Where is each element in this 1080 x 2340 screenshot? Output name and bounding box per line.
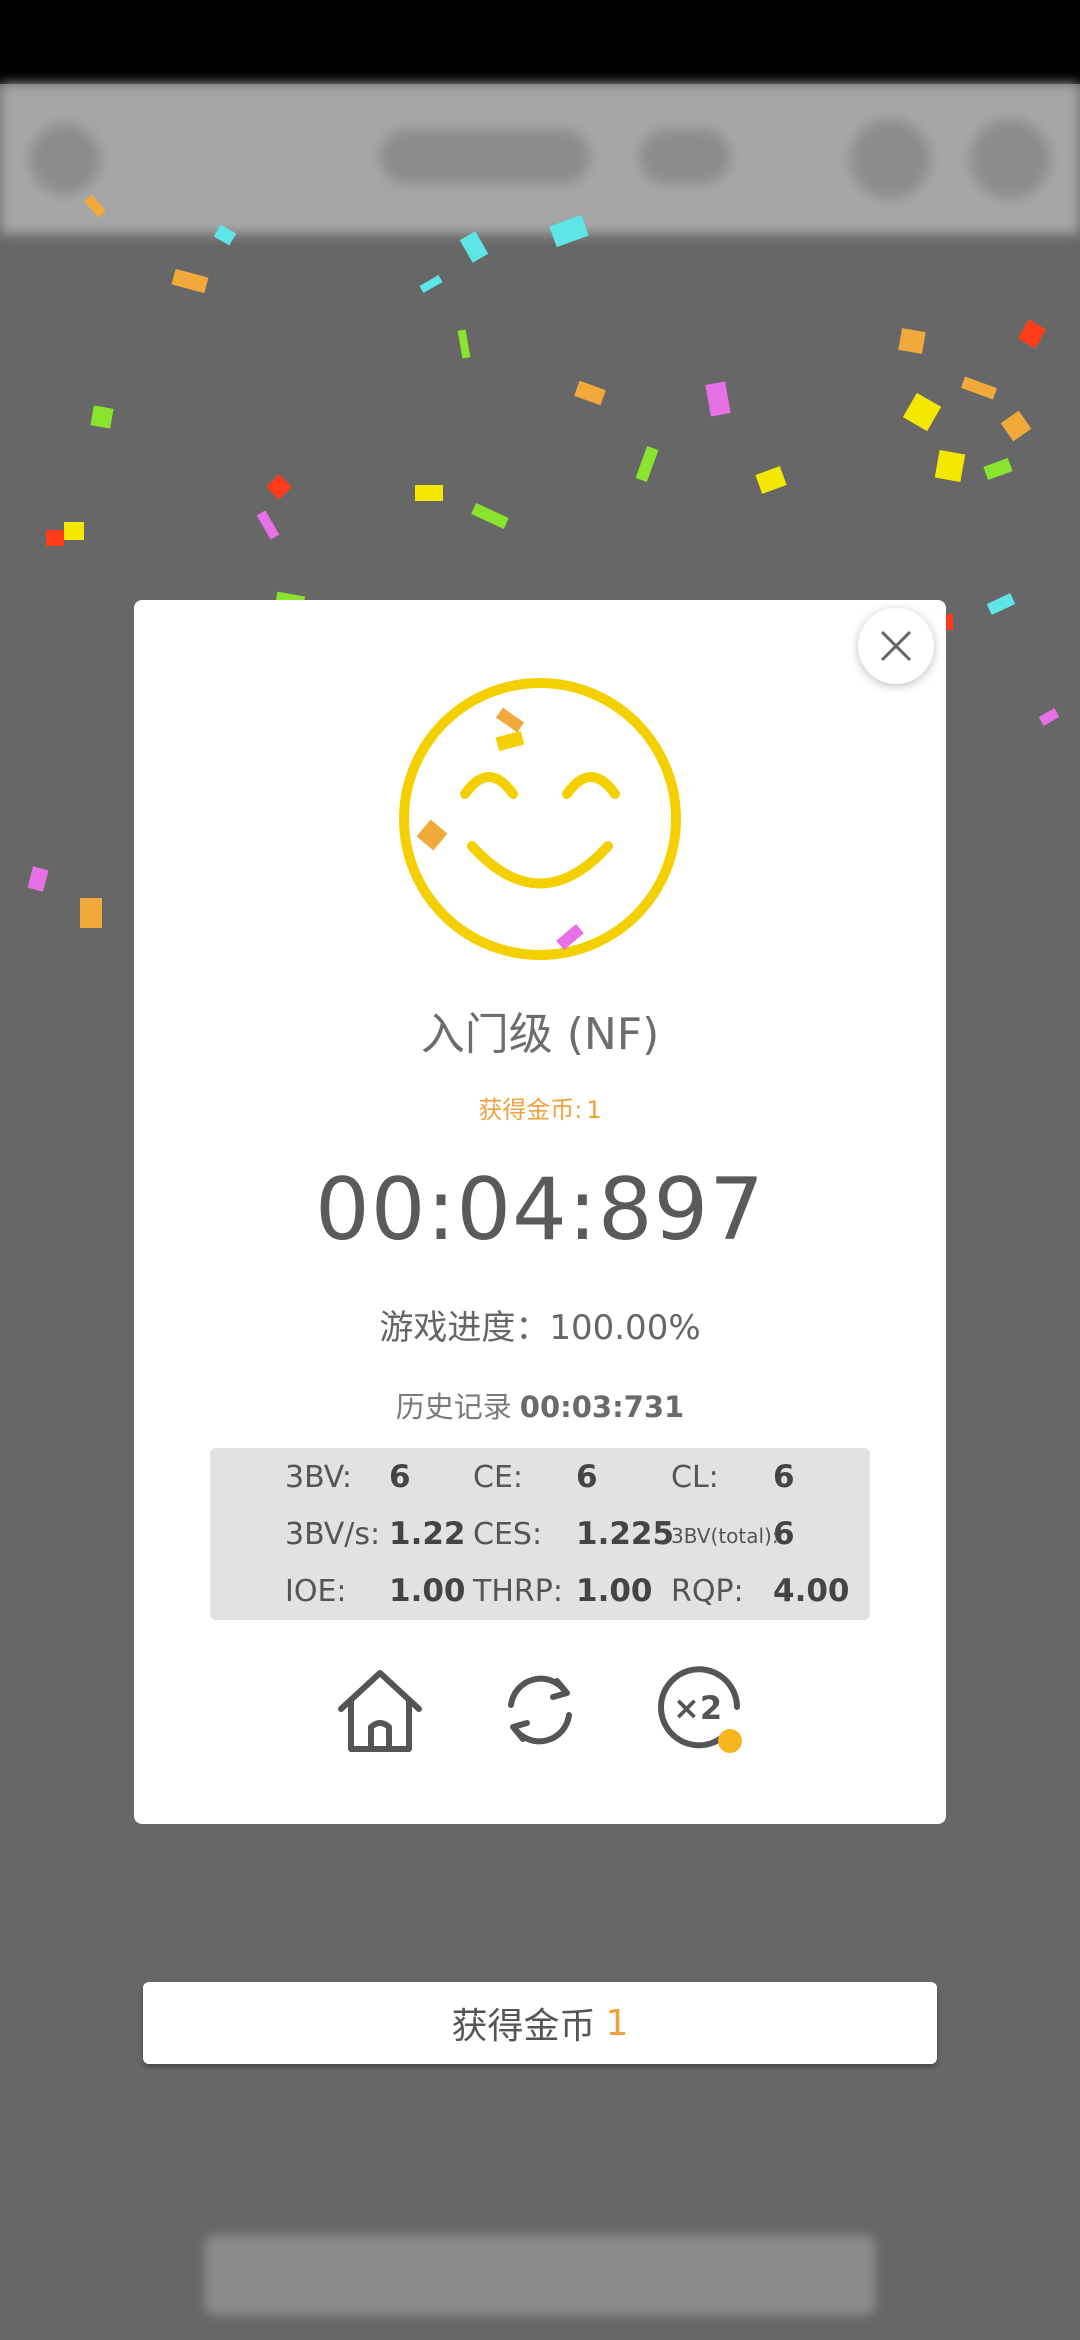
stat-label: RQP: — [671, 1574, 744, 1609]
confetti-piece — [64, 522, 84, 540]
stat-label: CL: — [671, 1460, 719, 1495]
restart-icon[interactable] — [495, 1665, 585, 1755]
double-coins-button[interactable]: ×2 — [655, 1665, 745, 1755]
confetti-piece — [960, 376, 998, 400]
stat-value: 6 — [389, 1459, 411, 1495]
top-bar-blurred — [0, 84, 1080, 234]
stat-label: 3BV(total): — [671, 1524, 779, 1548]
confetti-piece — [983, 457, 1013, 481]
stat-value: 1.22 — [389, 1516, 466, 1552]
stat-value: 1.00 — [576, 1573, 653, 1609]
close-button[interactable] — [858, 608, 934, 684]
stat-value: 6 — [773, 1516, 795, 1552]
close-icon — [880, 630, 912, 662]
stat-label: CE: — [473, 1460, 524, 1495]
game-time: 00:04:897 — [315, 1160, 765, 1260]
stat-value: 4.00 — [773, 1573, 850, 1609]
claim-coins-label: 获得金币 — [451, 2006, 596, 2047]
confetti-piece — [1017, 319, 1047, 349]
level-title: 入门级 (NF) — [420, 1009, 660, 1060]
stat-label: 3BV/s: — [285, 1517, 381, 1552]
confetti-piece — [705, 381, 731, 417]
confetti-piece — [934, 449, 966, 483]
coins-earned-value: 1 — [586, 1096, 602, 1124]
smiley-icon — [399, 678, 681, 960]
game-progress: 游戏进度：100.00% — [379, 1308, 701, 1348]
confetti-piece — [459, 231, 489, 263]
confetti-piece — [90, 405, 114, 429]
confetti-piece — [266, 474, 292, 500]
coins-earned-label: 获得金币: — [478, 1096, 583, 1124]
history-record: 历史记录 00:03:731 — [134, 1384, 946, 1426]
stat-label: CES: — [473, 1517, 543, 1552]
stat-value: 6 — [773, 1459, 795, 1495]
coins-earned: 获得金币: 1 — [134, 1090, 946, 1125]
status-bar — [0, 0, 1080, 84]
stat-value: 6 — [576, 1459, 598, 1495]
confetti-piece — [80, 898, 102, 928]
confetti-piece — [27, 866, 49, 892]
confetti-piece — [635, 445, 659, 483]
history-label: 历史记录 — [395, 1390, 512, 1424]
confetti-piece — [755, 466, 787, 494]
double-badge: ×2 — [673, 1689, 723, 1727]
confetti-piece — [419, 275, 443, 293]
confetti-piece — [415, 485, 443, 501]
confetti-piece — [898, 328, 926, 354]
confetti-piece — [1038, 708, 1060, 726]
confetti-piece — [574, 380, 606, 406]
history-value: 00:03:731 — [519, 1390, 685, 1424]
confetti-piece — [986, 593, 1016, 615]
confetti-piece — [1000, 410, 1032, 442]
confetti-piece — [902, 392, 942, 432]
stat-label: THRP: — [473, 1574, 563, 1609]
stat-value: 1.00 — [389, 1573, 466, 1609]
confetti-piece — [46, 530, 64, 546]
coin-icon — [718, 1729, 742, 1753]
confetti-piece — [457, 329, 471, 359]
stat-label: IOE: — [285, 1574, 347, 1609]
bottom-button-blurred — [205, 2235, 875, 2315]
claim-coins-value: 1 — [605, 2002, 629, 2044]
stat-label: 3BV: — [285, 1460, 352, 1495]
confetti-piece — [256, 510, 280, 540]
confetti-piece — [171, 268, 209, 294]
claim-coins-button[interactable]: 获得金币 1 — [143, 1982, 937, 2064]
home-icon[interactable] — [335, 1665, 425, 1755]
confetti-piece — [471, 502, 509, 530]
stat-value: 1.225 — [576, 1516, 675, 1552]
